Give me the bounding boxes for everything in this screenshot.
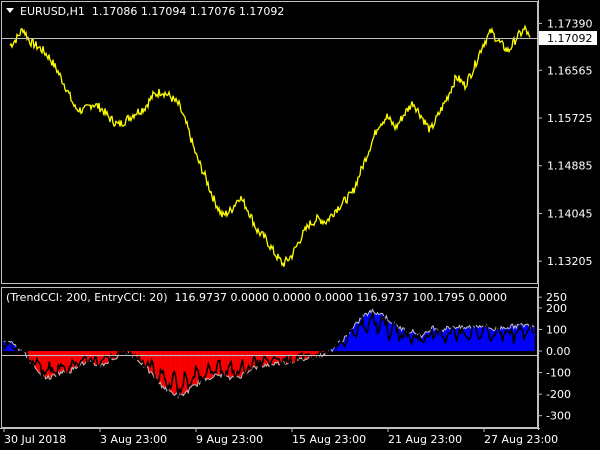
cci-tick-label: 100 [546,323,567,336]
time-tick-label: 15 Aug 23:00 [292,433,366,446]
time-tick-label: 21 Aug 23:00 [388,433,462,446]
cci-tick-label: -100 [546,367,571,380]
bid-price-tag: 1.17092 [539,31,597,45]
price-tick-label: 1.13205 [547,255,593,268]
price-tick-label: 1.16565 [547,64,593,77]
cci-tick-label: -200 [546,388,571,401]
price-tick-label: 1.17390 [547,17,593,30]
time-tick-label: 3 Aug 23:00 [100,433,167,446]
bid-price-tag-label: 1.17092 [547,32,593,45]
price-tick-label: 1.14885 [547,160,593,173]
time-tick-label: 27 Aug 23:00 [484,433,558,446]
price-axis[interactable]: 1.17390 1.16565 1.15725 1.14885 1.14045 1.132… [538,17,593,268]
price-line [9,24,531,267]
indicator-label: (TrendCCI: 200, EntryCCI: 20) 116.9737 0… [6,291,507,304]
cci-histogram [3,308,535,399]
price-series [9,24,531,267]
cci-tick-label: 0.00 [546,345,571,358]
symbol-header: EURUSD,H1 1.17086 1.17094 1.17076 1.1709… [20,5,284,18]
time-tick-label: 30 Jul 2018 [4,433,66,446]
time-tick-label: 9 Aug 23:00 [196,433,263,446]
cci-tick-label: 200 [546,302,567,315]
time-axis[interactable]: 30 Jul 2018 3 Aug 23:00 9 Aug 23:00 15 Aug … [3,428,558,446]
indicator-axis[interactable]: 2502001000.00-100-200-300 [538,291,571,423]
symbol-menu-arrow-icon[interactable] [6,8,14,13]
price-tick-label: 1.14045 [547,207,593,220]
cci-tick-label: -300 [546,410,571,423]
price-tick-label: 1.15725 [547,112,593,125]
trading-chart-window: EURUSD,H1 1.17086 1.17094 1.17076 1.1709… [0,0,597,446]
main-chart-frame[interactable] [1,1,538,284]
